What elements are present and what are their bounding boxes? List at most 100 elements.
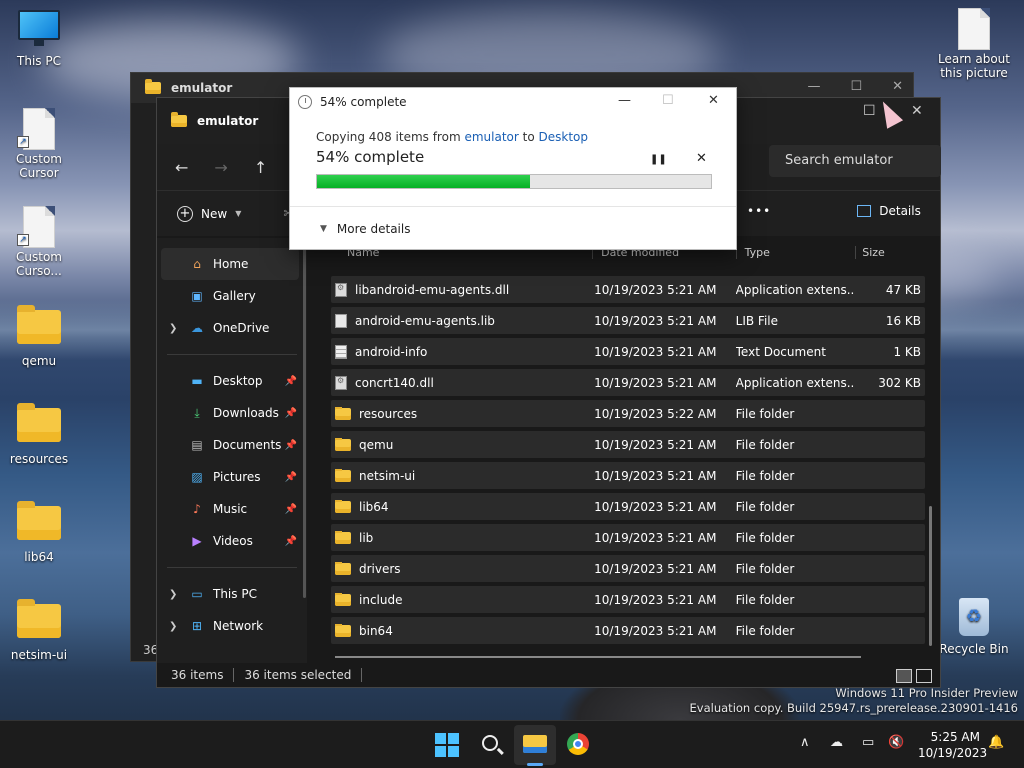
file-name: qemu — [359, 437, 394, 452]
table-row[interactable]: drivers 10/19/2023 5:21 AM File folder — [331, 555, 925, 582]
file-list-scrollbar[interactable] — [929, 506, 932, 646]
system-clock[interactable]: 5:25 AM 10/19/2023 — [918, 729, 987, 761]
sidebar-item-pictures[interactable]: ▨ Pictures 📌 — [157, 461, 307, 493]
back-arrow-icon[interactable]: ← — [175, 158, 188, 177]
search-input[interactable]: Search emulator — [769, 145, 941, 177]
file-rows: libandroid-emu-agents.dll 10/19/2023 5:21… — [331, 276, 925, 644]
sidebar-item-music[interactable]: ♪ Music 📌 — [157, 493, 307, 525]
cell-date: 10/19/2023 5:21 AM — [594, 375, 717, 390]
taskbar-chrome[interactable] — [567, 733, 591, 757]
desktop-icon-label: Learn about this picture — [938, 52, 1010, 80]
desktop-icon-label: lib64 — [24, 550, 54, 564]
sidebar-scrollbar[interactable] — [303, 248, 306, 598]
table-row[interactable]: resources 10/19/2023 5:22 AM File folder — [331, 400, 925, 427]
weather-icon[interactable]: ☁ — [830, 735, 843, 750]
sidebar-item-downloads[interactable]: ⤓ Downloads 📌 — [157, 397, 307, 429]
shortcut-arrow-icon: ↗ — [17, 136, 29, 148]
search-icon — [482, 735, 498, 751]
tab-title: emulator — [197, 114, 259, 128]
desktop-icon-custom-cursor[interactable]: ↗ Custom Cursor — [3, 108, 75, 180]
sidebar-item-videos[interactable]: ▶ Videos 📌 — [157, 525, 307, 557]
file-name: netsim-ui — [359, 468, 416, 483]
sidebar-item-onedrive[interactable]: ❯ ☁ OneDrive — [157, 312, 307, 344]
maximize-icon[interactable]: ☐ — [662, 93, 674, 108]
table-row[interactable]: libandroid-emu-agents.dll 10/19/2023 5:21… — [331, 276, 925, 303]
cell-type: File folder — [735, 406, 795, 421]
table-row[interactable]: include 10/19/2023 5:21 AM File folder — [331, 586, 925, 613]
desktop-icon-netsim-ui[interactable]: netsim-ui — [3, 599, 75, 662]
volume-muted-icon[interactable]: 🔇 — [888, 735, 904, 750]
table-row[interactable]: qemu 10/19/2023 5:21 AM File folder — [331, 431, 925, 458]
table-row[interactable]: android-emu-agents.lib 10/19/2023 5:21 AM… — [331, 307, 925, 334]
copy-description: Copying 408 items from emulator to Deskt… — [316, 130, 710, 144]
notification-bell-icon[interactable]: 🔔 — [988, 735, 1004, 750]
tab-emulator[interactable]: emulator — [171, 112, 259, 128]
chevron-right-icon[interactable]: ❯ — [169, 589, 177, 600]
copy-progress-dialog[interactable]: 54% complete — ☐ ✕ Copying 408 items fro… — [289, 87, 737, 250]
cancel-icon[interactable]: ✕ — [696, 151, 707, 166]
minimize-icon[interactable]: — — [807, 79, 820, 94]
cell-type: File folder — [735, 623, 795, 638]
desktop-icon-learn-about-picture[interactable]: Learn about this picture — [938, 8, 1010, 80]
desktop-icon-label: qemu — [21, 354, 57, 368]
desktop-icon-lib64[interactable]: lib64 — [3, 501, 75, 564]
more-details-button[interactable]: ▼ More details — [320, 222, 410, 236]
details-view-icon[interactable] — [896, 669, 912, 683]
details-button[interactable]: Details — [857, 204, 921, 218]
more-options-button[interactable]: ••• — [747, 204, 771, 218]
start-button[interactable] — [435, 733, 459, 757]
desktop-icon-recycle-bin[interactable]: ♻ Recycle Bin — [938, 598, 1010, 656]
sidebar-item-this-pc[interactable]: ❯ ▭ This PC — [157, 578, 307, 610]
table-row[interactable]: lib64 10/19/2023 5:21 AM File folder — [331, 493, 925, 520]
maximize-icon[interactable]: ☐ — [850, 79, 862, 94]
sidebar-item-documents[interactable]: ▤ Documents 📌 — [157, 429, 307, 461]
new-button[interactable]: + New ▼ — [177, 205, 241, 222]
close-icon[interactable]: ✕ — [911, 103, 923, 119]
horizontal-scrollbar[interactable] — [335, 656, 861, 658]
chrome-icon — [567, 733, 589, 755]
sidebar-item-home[interactable]: ⌂ Home — [161, 248, 299, 280]
tiles-view-icon[interactable] — [916, 669, 932, 683]
sidebar-item-label: Videos — [213, 534, 253, 548]
desktop-icon-this-pc[interactable]: This PC — [3, 10, 75, 68]
up-arrow-icon[interactable]: ↑ — [254, 158, 267, 177]
close-icon[interactable]: ✕ — [708, 93, 719, 108]
sidebar-item-gallery[interactable]: ▣ Gallery — [157, 280, 307, 312]
display-icon[interactable]: ▭ — [862, 735, 874, 750]
table-row[interactable]: bin64 10/19/2023 5:21 AM File folder — [331, 617, 925, 644]
new-label: New — [201, 206, 228, 221]
close-icon[interactable]: ✕ — [892, 79, 903, 94]
source-link[interactable]: emulator — [464, 130, 518, 144]
table-row[interactable]: concrt140.dll 10/19/2023 5:21 AM Applicati… — [331, 369, 925, 396]
folder-icon — [335, 561, 351, 575]
windows-logo-icon-part — [435, 746, 446, 757]
column-header-type[interactable]: Type — [735, 245, 856, 259]
cell-date: 10/19/2023 5:21 AM — [594, 468, 717, 483]
cell-date: 10/19/2023 5:21 AM — [594, 561, 717, 576]
minimize-icon[interactable]: — — [618, 93, 631, 108]
sidebar-item-desktop[interactable]: ▬ Desktop 📌 — [157, 365, 307, 397]
folder-icon — [335, 499, 351, 513]
destination-link[interactable]: Desktop — [539, 130, 589, 144]
details-pane-icon — [857, 205, 872, 217]
pause-icon[interactable]: ❚❚ — [650, 154, 667, 165]
chevron-right-icon[interactable]: ❯ — [169, 323, 177, 334]
desktop-icon-custom-cursor-2[interactable]: ↗ Custom Curso... — [3, 206, 75, 278]
pin-icon: 📌 — [284, 503, 297, 515]
sidebar-item-network[interactable]: ❯ ⊞ Network — [157, 610, 307, 642]
column-header-size[interactable]: Size — [855, 245, 925, 259]
chevron-up-icon[interactable]: ∧ — [800, 735, 810, 750]
forward-arrow-icon[interactable]: → — [214, 158, 227, 177]
chevron-right-icon[interactable]: ❯ — [169, 621, 177, 632]
maximize-icon[interactable]: ☐ — [863, 103, 876, 119]
taskbar-search-button[interactable] — [480, 733, 504, 757]
table-row[interactable]: android-info 10/19/2023 5:21 AM Text Docum… — [331, 338, 925, 365]
taskbar-file-explorer[interactable] — [514, 725, 556, 765]
cell-name: concrt140.dll — [331, 375, 592, 390]
table-row[interactable]: lib 10/19/2023 5:21 AM File folder — [331, 524, 925, 551]
desktop-icon-resources[interactable]: resources — [3, 403, 75, 466]
cell-date: 10/19/2023 5:21 AM — [594, 623, 717, 638]
folder-icon — [335, 468, 351, 482]
table-row[interactable]: netsim-ui 10/19/2023 5:21 AM File folder — [331, 462, 925, 489]
desktop-icon-qemu[interactable]: qemu — [3, 305, 75, 368]
